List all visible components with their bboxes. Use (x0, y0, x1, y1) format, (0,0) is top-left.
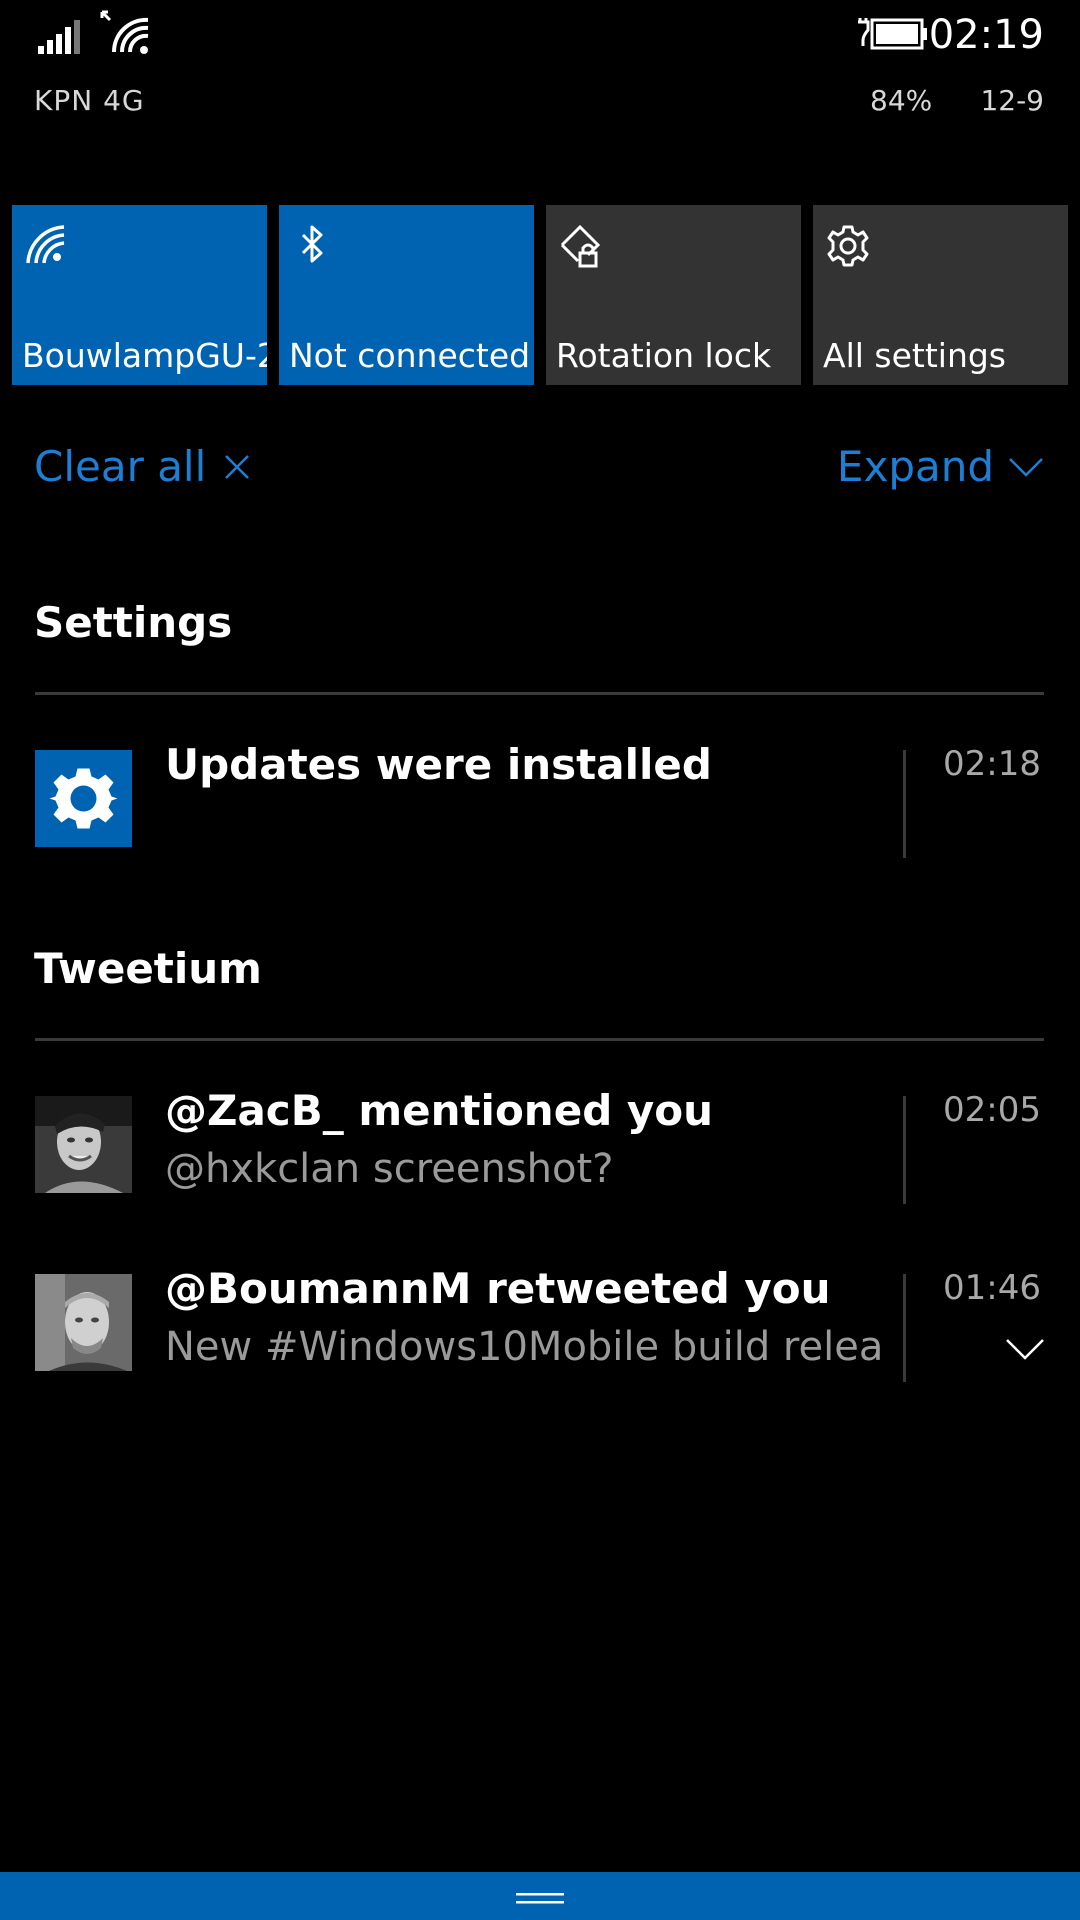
wifi-icon (100, 10, 149, 54)
quick-action-rotation-lock[interactable]: Rotation lock (546, 205, 801, 385)
notification-boumannm-retweet[interactable]: @BoumannM retweeted you New #Windows10Mo… (35, 1264, 1045, 1384)
battery-charging-icon (858, 18, 927, 50)
separator (903, 1096, 906, 1204)
gear-icon (827, 225, 869, 267)
quick-actions: BouwlampGU-2 Not connected Rotation lock… (12, 205, 1068, 385)
notification-zacb-mention[interactable]: @ZacB_ mentioned you @hxkclan screenshot… (35, 1086, 1045, 1206)
quick-action-bluetooth[interactable]: Not connected (279, 205, 534, 385)
separator (903, 1274, 906, 1382)
notification-title: @BoumannM retweeted you (165, 1264, 831, 1313)
action-center-handle[interactable] (0, 1872, 1080, 1920)
status-time: 02:19 (928, 12, 1044, 58)
notification-time: 01:46 (943, 1268, 1041, 1308)
carrier-label: KPN 4G (34, 84, 145, 117)
clear-all-button[interactable]: Clear all (34, 442, 250, 491)
notification-body: New #Windows10Mobile build relea (165, 1324, 884, 1370)
group-header-settings[interactable]: Settings (34, 598, 232, 647)
settings-gear-icon (35, 750, 132, 847)
divider (35, 692, 1044, 695)
quick-action-all-settings[interactable]: All settings (813, 205, 1068, 385)
notification-title: Updates were installed (165, 740, 712, 789)
notification-body: @hxkclan screenshot? (165, 1146, 614, 1192)
quick-action-label: Not connected (289, 336, 531, 375)
group-header-tweetium[interactable]: Tweetium (34, 944, 262, 993)
expand-label: Expand (836, 442, 994, 491)
clear-all-label: Clear all (34, 442, 207, 491)
chevron-down-icon[interactable] (1005, 1336, 1045, 1362)
notification-updates-installed[interactable]: Updates were installed 02:18 (35, 740, 1045, 860)
notification-title: @ZacB_ mentioned you (165, 1086, 714, 1135)
rotation-lock-icon (560, 224, 601, 268)
avatar (35, 1096, 132, 1193)
avatar (35, 1274, 132, 1371)
divider (35, 1038, 1044, 1041)
drag-handle-icon (516, 1893, 564, 1904)
quick-action-wifi[interactable]: BouwlampGU-2 (12, 205, 267, 385)
quick-action-label: All settings (823, 336, 1006, 375)
notification-time: 02:18 (943, 744, 1041, 784)
status-bar: 02:19 KPN 4G 84% 12-9 (0, 0, 1080, 140)
wifi-icon (26, 225, 65, 264)
close-icon (225, 454, 250, 479)
battery-percent: 84% (870, 84, 933, 117)
quick-action-label: Rotation lock (556, 336, 772, 375)
status-date: 12-9 (980, 84, 1044, 117)
expand-button[interactable]: Expand (837, 442, 1044, 491)
quick-action-label: BouwlampGU-2 (22, 336, 267, 375)
chevron-down-icon (1009, 457, 1043, 477)
bluetooth-icon (301, 225, 323, 263)
signal-bars-icon (38, 20, 80, 54)
separator (903, 750, 906, 858)
notification-time: 02:05 (943, 1090, 1041, 1130)
